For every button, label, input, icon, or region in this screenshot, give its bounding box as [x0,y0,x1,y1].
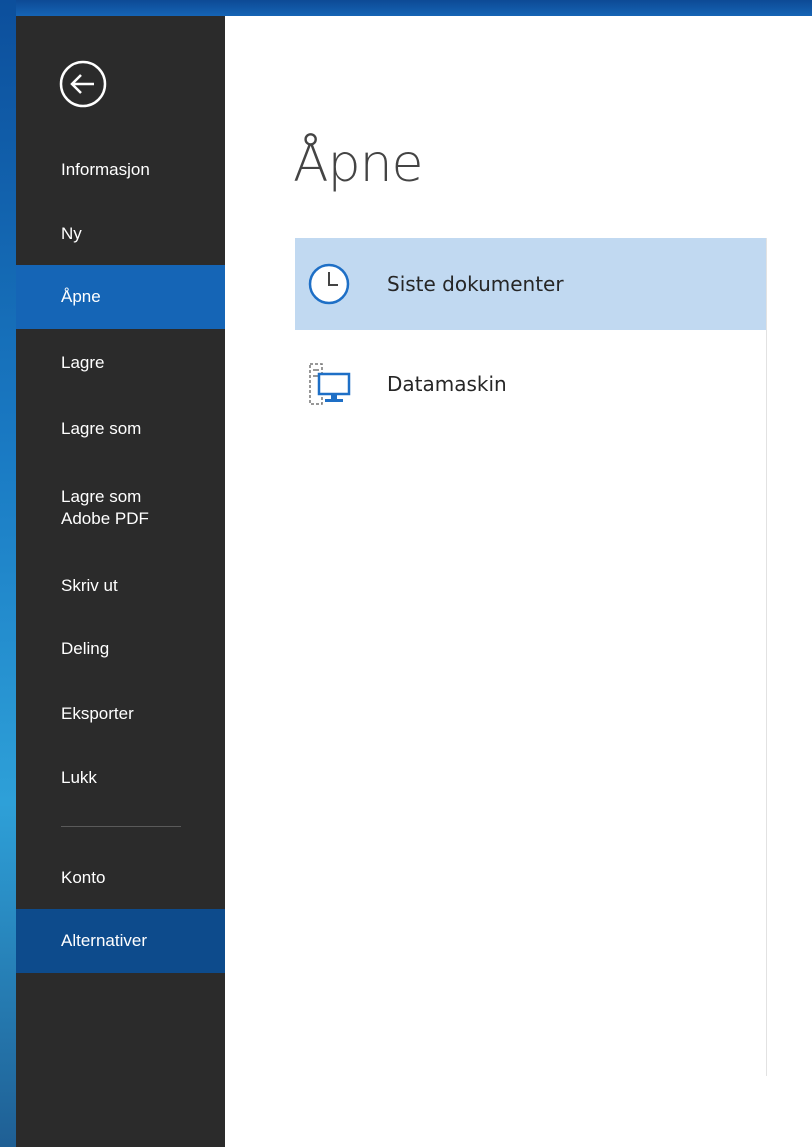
nav-item-label: Informasjon [61,160,150,179]
nav-item-apne[interactable]: Åpne [16,265,225,329]
computer-icon [307,362,351,406]
nav-item-informasjon[interactable]: Informasjon [16,136,225,204]
nav-item-lukk[interactable]: Lukk [16,746,225,810]
nav-item-label: Skriv ut [61,576,118,595]
backstage-navigation: Informasjon Ny Åpne Lagre Lagre som Lagr… [16,16,225,1147]
nav-item-label: Lagre som [61,419,142,438]
nav-item-deling[interactable]: Deling [16,616,225,682]
back-button[interactable] [55,56,111,112]
backstage-main-pane: Åpne Siste dokumenter Datamaskin [225,16,812,1147]
desktop-background-strip [0,0,16,1147]
back-arrow-icon [59,60,107,108]
nav-item-label: Eksporter [61,704,134,723]
window-title-bar [0,0,812,16]
nav-item-lagre[interactable]: Lagre [16,331,225,395]
nav-item-label: Åpne [61,287,101,306]
location-recent-documents[interactable]: Siste dokumenter [295,238,766,330]
nav-item-label: Lagre [61,353,105,372]
nav-item-label: Konto [61,868,106,887]
nav-item-lagre-som-adobe-pdf[interactable]: Lagre som Adobe PDF [16,464,225,552]
clock-icon [307,262,351,306]
nav-item-label: Lagre som Adobe PDF [61,487,149,528]
nav-item-label: Lukk [61,768,97,787]
nav-item-ny[interactable]: Ny [16,204,225,264]
location-label: Datamaskin [387,372,507,396]
location-label: Siste dokumenter [387,272,564,296]
open-locations-list: Siste dokumenter Datamaskin [295,238,767,1076]
page-title: Åpne [293,134,424,194]
nav-item-label: Deling [61,639,110,658]
nav-item-eksporter[interactable]: Eksporter [16,682,225,746]
nav-item-label: Alternativer [61,931,147,950]
nav-item-label: Ny [61,224,82,243]
location-computer[interactable]: Datamaskin [295,338,766,430]
nav-divider [61,826,181,827]
nav-item-alternativer[interactable]: Alternativer [16,909,225,973]
nav-item-konto[interactable]: Konto [16,846,225,910]
nav-item-lagre-som[interactable]: Lagre som [16,396,225,462]
nav-item-skriv-ut[interactable]: Skriv ut [16,554,225,618]
